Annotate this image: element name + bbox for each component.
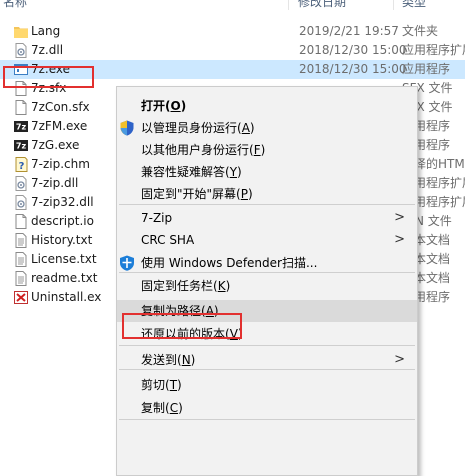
folder-icon [14, 24, 28, 39]
chevron-right-icon: > [394, 232, 405, 247]
context-menu: 打开(O) 以管理员身份运行(A) 以其他用户身份运行(F) 兼容性疑难解答(Y) 固定… [116, 86, 418, 476]
column-header-name[interactable]: 名称 [3, 0, 27, 10]
text-file-icon [14, 252, 28, 267]
menu-item-open[interactable]: 打开(O) [117, 95, 417, 117]
help-file-icon: ? [14, 157, 28, 172]
annotation-box-copy-as-path [122, 313, 242, 339]
menu-item-label: 固定到任务栏(K) [141, 279, 231, 293]
column-divider[interactable] [288, 0, 289, 10]
chevron-right-icon: > [394, 210, 405, 225]
file-date: 2018/12/30 15:00 [299, 43, 407, 57]
file-date: 2018/12/30 15:00 [299, 62, 407, 76]
menu-item-label: 复制(C) [141, 401, 183, 415]
text-file-icon [14, 233, 28, 248]
menu-item-label: 以其他用户身份运行(F) [141, 143, 266, 157]
menu-item-troubleshoot-compatibility[interactable]: 兼容性疑难解答(Y) [117, 161, 417, 183]
menu-item-scan-with-defender[interactable]: 使用 Windows Defender扫描... [117, 252, 417, 274]
column-divider[interactable] [393, 0, 394, 10]
chevron-right-icon: > [394, 352, 405, 367]
menu-separator [119, 369, 415, 370]
menu-item-pin-to-start[interactable]: 固定到"开始"屏幕(P) [117, 183, 417, 205]
uac-shield-icon [119, 120, 135, 136]
file-type: 应用程序 [402, 62, 451, 76]
menu-item-label: 固定到"开始"屏幕(P) [141, 187, 253, 201]
menu-item-7zip-submenu[interactable]: 7-Zip > [117, 207, 417, 229]
dll-icon [14, 195, 28, 210]
file-row[interactable]: Lang 2019/2/21 19:57 文件夹 [0, 22, 465, 41]
menu-item-run-as-other-user[interactable]: 以其他用户身份运行(F) [117, 139, 417, 161]
file-name: 7z.dll [31, 43, 64, 57]
7zip-icon: 7z [14, 119, 28, 134]
menu-item-label: 以管理员身份运行(A) [141, 121, 255, 135]
svg-text:7z: 7z [16, 123, 27, 132]
menu-item-run-as-admin[interactable]: 以管理员身份运行(A) [117, 117, 417, 139]
uninstall-icon [14, 290, 28, 305]
file-date: 2019/2/21 19:57 [299, 24, 399, 38]
7zip-icon: 7z [14, 138, 28, 153]
column-header-date[interactable]: 修改日期 [298, 0, 346, 10]
blank-file-icon [14, 214, 28, 229]
column-header-type[interactable]: 类型 [402, 0, 426, 10]
menu-item-label: 使用 Windows Defender扫描... [141, 256, 318, 270]
blank-file-icon [14, 100, 28, 115]
menu-item-label: 兼容性疑难解答(Y) [141, 165, 242, 179]
menu-item-label: 7-Zip [141, 211, 173, 225]
svg-text:7z: 7z [16, 142, 27, 151]
menu-item-pin-to-taskbar[interactable]: 固定到任务栏(K) [117, 275, 417, 297]
menu-item-cut[interactable]: 剪切(T) [117, 374, 417, 396]
menu-item-label: CRC SHA [141, 233, 195, 247]
menu-item-label: 发送到(N) [141, 353, 196, 367]
svg-text:?: ? [19, 161, 25, 172]
menu-separator [119, 204, 415, 205]
annotation-box-7z-exe [3, 66, 94, 88]
menu-item-copy[interactable]: 复制(C) [117, 397, 417, 419]
defender-icon [119, 255, 135, 271]
dll-icon [14, 176, 28, 191]
menu-item-crc-sha-submenu[interactable]: CRC SHA > [117, 229, 417, 251]
menu-separator [119, 272, 415, 273]
menu-separator [119, 345, 415, 346]
menu-item-send-to[interactable]: 发送到(N) > [117, 349, 417, 371]
file-type: 应用程序扩展 [402, 43, 465, 57]
menu-item-label: 打开(O) [141, 99, 187, 113]
column-header: 名称 修改日期 类型 [0, 0, 465, 10]
menu-separator [119, 419, 415, 420]
dll-icon [14, 43, 28, 58]
file-row[interactable]: 7z.dll 2018/12/30 15:00应用程序扩展 [0, 41, 465, 60]
file-type: 文件夹 [402, 24, 439, 38]
text-file-icon [14, 271, 28, 286]
file-name: Lang [31, 24, 61, 38]
menu-item-label: 剪切(T) [141, 378, 182, 392]
